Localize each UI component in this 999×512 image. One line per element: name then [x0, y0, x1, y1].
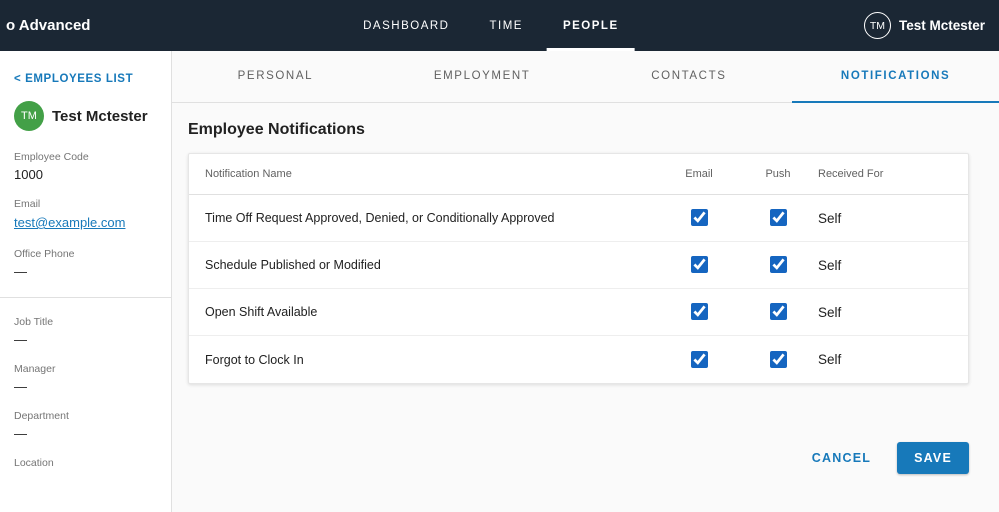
page-title: Employee Notifications — [188, 121, 365, 138]
notifications-table: Notification Name Email Push Received Fo… — [188, 153, 969, 384]
field-label: Office Phone — [14, 248, 75, 260]
push-checkbox-cell — [738, 303, 818, 321]
field-label: Manager — [14, 363, 56, 375]
table-header-row: Notification Name Email Push Received Fo… — [189, 154, 968, 195]
email-checkbox-cell — [660, 350, 738, 369]
field-office-phone: Office Phone — — [14, 248, 157, 279]
profile-tabs: PERSONAL EMPLOYMENT CONTACTS NOTIFICATIO… — [172, 51, 999, 103]
field-location: Location — [14, 457, 157, 469]
nav-dashboard[interactable]: DASHBOARD — [347, 0, 465, 51]
save-button[interactable]: SAVE — [897, 442, 969, 474]
notification-name: Open Shift Available — [205, 305, 318, 319]
email-checkbox[interactable] — [690, 303, 708, 321]
table-row: Schedule Published or Modified Self — [189, 242, 968, 289]
main-nav: DASHBOARD TIME PEOPLE — [347, 0, 635, 51]
form-actions: CANCEL SAVE — [188, 442, 969, 474]
field-employee-code: Employee Code 1000 — [14, 151, 157, 182]
field-manager: Manager — — [14, 363, 157, 394]
user-avatar: TM — [863, 12, 891, 39]
push-checkbox[interactable] — [769, 209, 787, 227]
push-checkbox-cell — [738, 350, 818, 369]
push-checkbox-cell — [738, 256, 818, 274]
received-for-value: Self — [818, 210, 842, 226]
employee-avatar: TM — [14, 101, 44, 131]
email-checkbox-cell — [660, 209, 738, 227]
field-label: Location — [14, 457, 54, 469]
field-value: 1000 — [14, 167, 43, 182]
main-content: PERSONAL EMPLOYMENT CONTACTS NOTIFICATIO… — [172, 51, 999, 512]
table-row: Open Shift Available Self — [189, 289, 968, 336]
employee-name: Test Mctester — [52, 107, 148, 125]
tab-personal[interactable]: PERSONAL — [172, 51, 379, 103]
user-menu[interactable]: TM Test Mctester — [863, 0, 985, 51]
field-label: Department — [14, 410, 69, 422]
email-checkbox-cell — [660, 303, 738, 321]
push-checkbox[interactable] — [769, 350, 787, 368]
table-row: Time Off Request Approved, Denied, or Co… — [189, 195, 968, 242]
notification-name: Schedule Published or Modified — [205, 258, 381, 272]
tab-notifications[interactable]: NOTIFICATIONS — [792, 51, 999, 103]
employee-sidebar: < EMPLOYEES LIST TM Test Mctester Employ… — [0, 51, 172, 512]
employee-header: TM Test Mctester — [14, 101, 157, 131]
email-checkbox[interactable] — [690, 209, 708, 227]
field-label: Email — [14, 198, 41, 210]
topbar: o Advanced DASHBOARD TIME PEOPLE TM Test… — [0, 0, 999, 51]
email-checkbox[interactable] — [690, 256, 708, 274]
push-checkbox[interactable] — [769, 256, 787, 274]
field-job-title: Job Title — — [14, 316, 157, 347]
nav-time[interactable]: TIME — [473, 0, 538, 51]
email-checkbox-cell — [660, 256, 738, 274]
col-push: Push — [765, 168, 791, 180]
email-link[interactable]: test@example.com — [14, 215, 125, 230]
received-for-value: Self — [818, 352, 842, 367]
field-value: — — [14, 264, 27, 279]
field-department: Department — — [14, 410, 157, 441]
field-value: — — [14, 332, 27, 347]
sidebar-divider — [0, 297, 171, 298]
field-label: Employee Code — [14, 151, 89, 163]
push-checkbox-cell — [738, 209, 818, 227]
notification-name: Forgot to Clock In — [205, 352, 304, 367]
received-for-value: Self — [818, 304, 842, 320]
col-notification-name: Notification Name — [205, 168, 292, 180]
back-to-employees-link[interactable]: < EMPLOYEES LIST — [14, 73, 133, 85]
tab-contacts[interactable]: CONTACTS — [586, 51, 793, 103]
tab-employment[interactable]: EMPLOYMENT — [379, 51, 586, 103]
field-email: Email test@example.com — [14, 198, 157, 232]
received-for-value: Self — [818, 257, 842, 273]
table-row: Forgot to Clock In Self — [189, 336, 968, 383]
push-checkbox[interactable] — [769, 303, 787, 321]
field-label: Job Title — [14, 316, 54, 328]
cancel-button[interactable]: CANCEL — [808, 443, 875, 473]
notification-name: Time Off Request Approved, Denied, or Co… — [205, 211, 555, 225]
col-received-for: Received For — [818, 168, 884, 180]
field-value: — — [14, 426, 27, 441]
user-name: Test Mctester — [898, 18, 985, 33]
field-value: — — [14, 379, 27, 394]
nav-people[interactable]: PEOPLE — [546, 0, 635, 51]
col-email: Email — [685, 168, 713, 180]
app-brand: o Advanced — [6, 17, 91, 34]
email-checkbox[interactable] — [690, 350, 708, 368]
